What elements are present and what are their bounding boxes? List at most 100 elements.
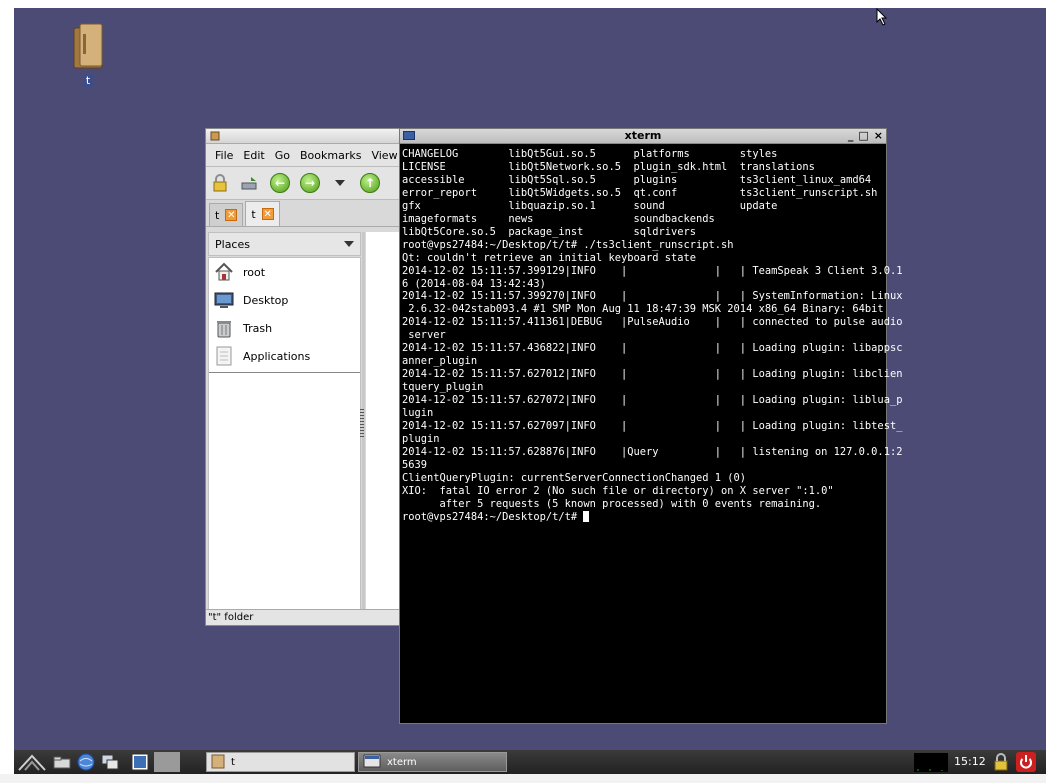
desktop-icon [213, 289, 235, 311]
clock[interactable]: 15:12 [954, 750, 986, 774]
place-desktop[interactable]: Desktop [209, 286, 360, 314]
window-controls: _ □ × [848, 129, 883, 143]
place-label: Desktop [243, 293, 289, 307]
terminal-line: 2014-12-02 15:11:57.627097|INFO | | | Lo… [402, 420, 903, 433]
file-manager-app-icon [210, 131, 220, 144]
start-menu-icon[interactable] [14, 751, 50, 773]
terminal-line: 2014-12-02 15:11:57.399129|INFO | | | Te… [402, 264, 903, 277]
menu-file[interactable]: File [210, 149, 238, 162]
terminal-icon [363, 754, 381, 771]
place-trash[interactable]: Trash [209, 314, 360, 342]
minimize-button[interactable]: _ [848, 129, 854, 143]
terminal-line: tquery_plugin [402, 381, 484, 394]
desktop-pager-icon[interactable] [154, 752, 180, 772]
screen-border [0, 774, 1046, 783]
desktop-icon-label: t [82, 74, 94, 87]
menu-bookmarks[interactable]: Bookmarks [295, 149, 366, 162]
status-bar: "t" folder [206, 609, 400, 625]
tab-t-2[interactable]: t ✕ [245, 201, 280, 226]
back-arrow-icon[interactable]: ← [270, 173, 290, 193]
terminal-line: 2014-12-02 15:11:57.436822|INFO | | | Lo… [402, 342, 903, 355]
terminal-line: after 5 requests (5 known processed) wit… [439, 497, 822, 510]
folder-content-view[interactable] [366, 232, 400, 609]
terminal-line: error_report libQt5Widgets.so.5 qt.conf … [402, 186, 878, 199]
places-selector[interactable]: Places [208, 232, 361, 256]
terminal-line: 5639 [402, 458, 428, 471]
place-label: Applications [243, 349, 311, 363]
taskbar-task-xterm[interactable]: xterm [358, 752, 507, 772]
home-icon [213, 261, 235, 283]
terminal-line: root@vps27484:~/Desktop/t/t# ./ts3client… [402, 238, 734, 251]
window-switcher-icon[interactable] [98, 751, 122, 773]
menu-go[interactable]: Go [270, 149, 295, 162]
file-manager-launcher-icon[interactable] [50, 751, 74, 773]
file-manager-titlebar[interactable] [206, 129, 400, 144]
terminal-line: 2.6.32-042stab093.4 #1 SMP Mon Aug 11 18… [408, 303, 884, 316]
show-desktop-icon[interactable] [128, 751, 152, 773]
text-cursor [583, 510, 590, 522]
splitter-grip-icon[interactable] [360, 409, 364, 439]
menubar: File Edit Go Bookmarks View [206, 144, 400, 167]
places-list: root Desktop Trash Applications [208, 257, 361, 611]
history-dropdown-icon[interactable] [330, 173, 350, 193]
applications-icon [213, 345, 235, 367]
terminal-line: plugin [402, 432, 440, 445]
up-arrow-icon[interactable]: ↑ [360, 173, 380, 193]
terminal-line: 2014-12-02 15:11:57.627072|INFO | | | Lo… [402, 394, 903, 407]
task-label: xterm [387, 756, 417, 768]
web-browser-icon[interactable] [74, 751, 98, 773]
maximize-button[interactable]: □ [858, 129, 868, 143]
close-button[interactable]: × [874, 129, 883, 143]
terminal-line: LICENSE libQt5Network.so.5 plugin_sdk.ht… [402, 160, 815, 173]
taskbar: t xterm 15:12 [14, 750, 1046, 774]
tab-t-1[interactable]: t ✕ [209, 203, 244, 226]
place-label: root [243, 265, 266, 279]
menu-edit[interactable]: Edit [238, 149, 269, 162]
lock-icon[interactable] [210, 173, 230, 193]
forward-arrow-icon[interactable]: → [300, 173, 320, 193]
terminal-icon [403, 131, 415, 140]
place-label: Trash [243, 321, 273, 335]
terminal-line: imageformats news soundbackends [402, 212, 715, 225]
lock-screen-icon[interactable] [991, 752, 1011, 775]
terminal-line: 2014-12-02 15:11:57.628876|INFO |Query |… [402, 445, 903, 458]
new-tab-icon[interactable] [240, 173, 260, 193]
task-label: t [231, 756, 235, 768]
place-applications[interactable]: Applications [209, 342, 360, 370]
tab-label: t [215, 208, 220, 222]
menu-view[interactable]: View [366, 149, 400, 162]
folder-icon [211, 753, 225, 772]
terminal-line: XIO: fatal IO error 2 (No such file or d… [402, 484, 834, 497]
xterm-titlebar[interactable]: xterm _ □ × [400, 129, 886, 144]
tab-bar: t ✕ t ✕ [206, 200, 400, 227]
terminal-line: CHANGELOG libQt5Gui.so.5 platforms style… [402, 148, 778, 160]
terminal-line: anner_plugin [402, 355, 478, 368]
tab-label: t [251, 207, 256, 221]
terminal-line: server [408, 329, 446, 342]
terminal-output[interactable]: CHANGELOG libQt5Gui.so.5 platforms style… [400, 144, 902, 524]
terminal-line: ClientQueryPlugin: currentServerConnecti… [402, 471, 747, 484]
toolbar: ← → ↑ [206, 167, 400, 200]
power-icon[interactable] [1016, 752, 1036, 772]
terminal-line: 2014-12-02 15:11:57.411361|DEBUG |PulseA… [402, 316, 903, 329]
close-tab-icon[interactable]: ✕ [261, 208, 274, 220]
chevron-down-icon [344, 241, 354, 247]
terminal-line: lugin [402, 407, 434, 420]
mouse-pointer-icon [876, 7, 888, 29]
terminal-line: 6 (2014-08-04 13:42:43) [402, 277, 546, 290]
terminal-line: gfx libquazip.so.1 sound update [402, 199, 778, 212]
terminal-line: accessible libQt5Sql.so.5 plugins ts3cli… [402, 173, 872, 186]
terminal-line: 2014-12-02 15:11:57.399270|INFO | | | Sy… [402, 290, 903, 303]
network-monitor [914, 753, 948, 772]
file-manager-window: File Edit Go Bookmarks View ← → ↑ t ✕ t … [205, 128, 401, 626]
xterm-window: xterm _ □ × CHANGELOG libQt5Gui.so.5 pla… [399, 128, 902, 724]
terminal-line: Qt: couldn't retrieve an initial keyboar… [402, 251, 697, 264]
taskbar-task-t[interactable]: t [206, 752, 355, 772]
close-tab-icon[interactable]: ✕ [225, 209, 238, 221]
folder-icon [70, 22, 106, 70]
trash-icon [213, 317, 235, 339]
xterm-title: xterm [624, 129, 662, 142]
desktop-icon-t[interactable]: t [66, 22, 110, 87]
place-root[interactable]: root [209, 258, 360, 286]
terminal-line: 2014-12-02 15:11:57.627012|INFO | | | Lo… [402, 368, 903, 381]
